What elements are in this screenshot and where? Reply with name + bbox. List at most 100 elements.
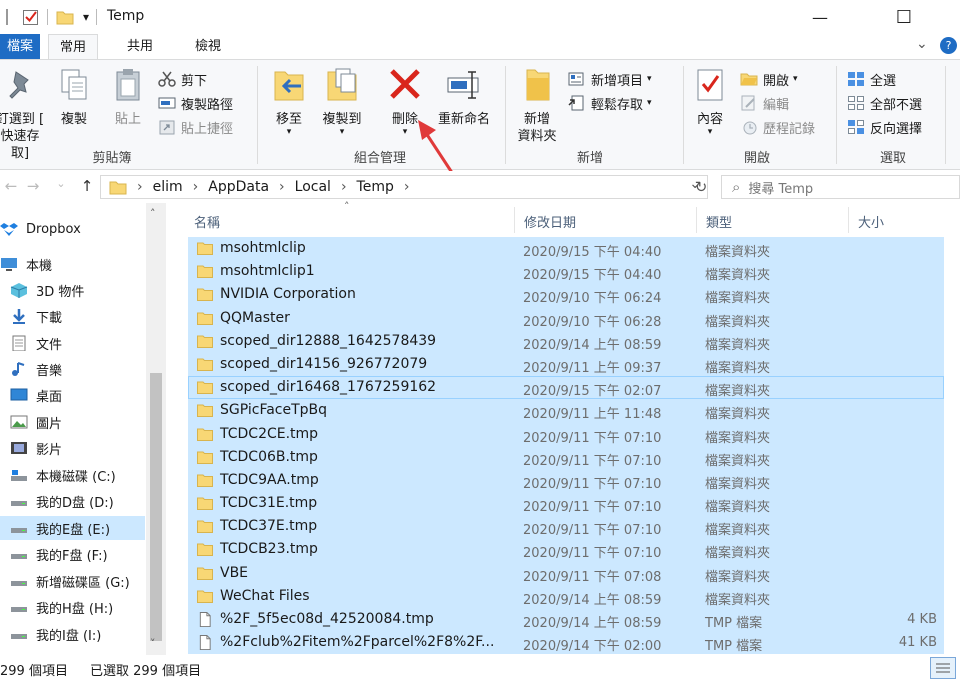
nav-item[interactable]: 我的D盘 (D:) bbox=[0, 489, 145, 513]
address-box[interactable]: › elim › AppData › Local › Temp › ⌄ bbox=[100, 175, 708, 199]
history-button[interactable]: 歷程記錄 bbox=[740, 116, 815, 138]
tab-home[interactable]: 常用 bbox=[48, 34, 98, 60]
tab-share[interactable]: 共用 bbox=[115, 34, 165, 60]
file-row[interactable]: %2Fclub%2Fitem%2Fparcel%2F8%2F... 2020/9/… bbox=[188, 631, 944, 655]
breadcrumb-local[interactable]: Local bbox=[295, 179, 331, 195]
nav-item[interactable]: 我的E盘 (E:) bbox=[0, 516, 145, 540]
file-row[interactable]: QQMaster 2020/9/10 下午 06:28 檔案資料夾 bbox=[188, 306, 944, 330]
quick-access-dropdown-icon[interactable]: ▾ bbox=[83, 10, 89, 24]
easy-access-button[interactable]: 輕鬆存取 ▾ bbox=[568, 92, 652, 114]
invert-selection-button[interactable]: 反向選擇 bbox=[847, 116, 922, 138]
nav-item[interactable]: 影片 bbox=[0, 436, 145, 460]
scroll-up-icon[interactable]: ˄ bbox=[150, 207, 156, 220]
new-folder-quick-icon[interactable] bbox=[56, 9, 74, 25]
file-name: TCDCB23.tmp bbox=[220, 541, 318, 558]
file-row[interactable]: %2F_5f5ec08d_42520084.tmp 2020/9/14 上午 08… bbox=[188, 608, 944, 632]
file-date-modified: 2020/9/10 下午 06:28 bbox=[523, 314, 662, 330]
file-row[interactable]: TCDC06B.tmp 2020/9/11 下午 07:10 檔案資料夾 bbox=[188, 445, 944, 469]
nav-item[interactable]: 3D 物件 bbox=[0, 278, 145, 302]
file-row[interactable]: WeChat Files 2020/9/14 上午 08:59 檔案資料夾 bbox=[188, 584, 944, 608]
nav-item[interactable]: 桌面 bbox=[0, 383, 145, 407]
search-icon: ⌕ bbox=[732, 178, 741, 196]
cut-button[interactable]: 剪下 bbox=[158, 68, 207, 90]
dropbox-icon bbox=[0, 223, 18, 236]
scroll-down-icon[interactable]: ˅ bbox=[150, 637, 156, 650]
recent-locations-dropdown-icon[interactable]: ⌄ bbox=[50, 177, 72, 197]
nav-item[interactable]: 本機 bbox=[0, 252, 145, 276]
column-divider[interactable] bbox=[696, 207, 697, 233]
copy-to-button[interactable]: 複製到 ▾ bbox=[316, 66, 368, 137]
tab-view[interactable]: 檢視 bbox=[183, 34, 233, 60]
file-row[interactable]: scoped_dir16468_1767259162 2020/9/15 下午 0… bbox=[188, 376, 944, 400]
maximize-button[interactable]: ☐ bbox=[876, 0, 932, 34]
help-icon[interactable]: ? bbox=[940, 37, 957, 54]
nav-item[interactable]: 本機磁碟 (C:) bbox=[0, 463, 145, 487]
column-size[interactable]: 大小 bbox=[858, 212, 884, 231]
up-button[interactable]: ↑ bbox=[76, 177, 98, 197]
back-button[interactable]: ← bbox=[0, 177, 22, 197]
file-row[interactable]: TCDCB23.tmp 2020/9/11 下午 07:10 檔案資料夾 bbox=[188, 538, 944, 562]
select-all-button[interactable]: 全選 bbox=[847, 68, 896, 90]
file-size: 41 KB bbox=[898, 635, 937, 651]
file-row[interactable]: NVIDIA Corporation 2020/9/10 下午 06:24 檔案資料… bbox=[188, 283, 944, 307]
minimize-button[interactable]: — bbox=[792, 0, 848, 34]
search-input[interactable]: ⌕ 搜尋 Temp bbox=[721, 175, 960, 199]
select-none-button[interactable]: 全部不選 bbox=[847, 92, 922, 114]
file-row[interactable]: TCDC37E.tmp 2020/9/11 下午 07:10 檔案資料夾 bbox=[188, 515, 944, 539]
column-divider[interactable] bbox=[848, 207, 849, 233]
nav-item[interactable]: 我的F盘 (F:) bbox=[0, 542, 145, 566]
new-item-button[interactable]: 新增項目 ▾ bbox=[568, 68, 652, 90]
properties-checkbox-icon[interactable] bbox=[22, 8, 40, 26]
copy-button[interactable]: 複製 bbox=[54, 66, 94, 128]
edit-button[interactable]: 編輯 bbox=[740, 92, 789, 114]
file-row[interactable]: SGPicFaceTpBq 2020/9/11 上午 11:48 檔案資料夾 bbox=[188, 399, 944, 423]
file-row[interactable]: TCDC31E.tmp 2020/9/11 下午 07:10 檔案資料夾 bbox=[188, 492, 944, 516]
open-button[interactable]: 開啟 ▾ bbox=[740, 68, 798, 90]
column-type[interactable]: 類型 bbox=[706, 212, 732, 231]
folder-icon bbox=[197, 404, 213, 418]
forward-button[interactable]: → bbox=[22, 177, 44, 197]
pin-to-quick-access-button[interactable]: 釘選到 [ 快速存取] bbox=[0, 66, 48, 162]
file-row[interactable]: msohtmlclip 2020/9/15 下午 04:40 檔案資料夾 bbox=[188, 237, 944, 261]
nav-scrollbar[interactable]: ˄ ˅ bbox=[146, 203, 166, 655]
nav-item[interactable]: 音樂 bbox=[0, 357, 145, 381]
nav-item[interactable]: 圖片 bbox=[0, 410, 145, 434]
nav-item[interactable]: 新增磁碟區 (G:) bbox=[0, 569, 145, 593]
tab-file[interactable]: 檔案 bbox=[0, 34, 40, 60]
column-name[interactable]: 名稱 bbox=[194, 212, 220, 231]
refresh-icon[interactable]: ↻ bbox=[690, 178, 712, 198]
nav-item[interactable]: 我的I盘 (I:) bbox=[0, 622, 145, 646]
file-row[interactable]: scoped_dir14156_926772079 2020/9/11 上午 09… bbox=[188, 352, 944, 377]
nav-item[interactable]: 文件 bbox=[0, 331, 145, 355]
ribbon-expand-icon[interactable]: ⌄ bbox=[916, 36, 928, 52]
breadcrumb-temp[interactable]: Temp bbox=[357, 179, 394, 195]
folder-icon bbox=[197, 265, 213, 279]
nav-scrollbar-thumb[interactable] bbox=[150, 373, 162, 641]
nav-item[interactable]: 下載 bbox=[0, 304, 145, 328]
details-view-button[interactable] bbox=[930, 657, 956, 679]
paste-label: 貼上 bbox=[114, 112, 141, 127]
file-row[interactable]: TCDC2CE.tmp 2020/9/11 下午 07:10 檔案資料夾 bbox=[188, 422, 944, 446]
copy-path-button[interactable]: 複製路徑 bbox=[158, 92, 233, 114]
file-row[interactable]: VBE 2020/9/11 下午 07:08 檔案資料夾 bbox=[188, 561, 944, 585]
nav-item[interactable]: 我的H盘 (H:) bbox=[0, 595, 145, 619]
nav-item-label: 我的F盘 (F:) bbox=[36, 548, 108, 564]
file-row[interactable]: msohtmlclip1 2020/9/15 下午 04:40 檔案資料夾 bbox=[188, 260, 944, 284]
file-row[interactable]: TCDC9AA.tmp 2020/9/11 下午 07:10 檔案資料夾 bbox=[188, 468, 944, 493]
new-group-label: 新增 bbox=[576, 151, 603, 166]
copy-path-label: 複製路徑 bbox=[181, 97, 234, 113]
paste-shortcut-button[interactable]: 貼上捷徑 bbox=[158, 116, 233, 138]
column-divider[interactable] bbox=[514, 207, 515, 233]
breadcrumb-appdata[interactable]: AppData bbox=[208, 179, 269, 195]
properties-dropdown-icon: ▾ bbox=[707, 127, 713, 137]
properties-button[interactable]: 內容 ▾ bbox=[690, 66, 730, 137]
nav-item[interactable]: Dropbox bbox=[0, 217, 145, 241]
paste-button[interactable]: 貼上 bbox=[108, 66, 148, 128]
move-to-button[interactable]: 移至 ▾ bbox=[267, 66, 311, 137]
new-folder-button[interactable]: 新增 資料夾 bbox=[512, 66, 562, 145]
file-row[interactable]: scoped_dir12888_1642578439 2020/9/14 上午 0… bbox=[188, 329, 944, 353]
nav-item-label: 本機磁碟 (C:) bbox=[36, 469, 116, 485]
file-type: 檔案資料夾 bbox=[705, 500, 771, 516]
column-date-modified[interactable]: 修改日期 bbox=[524, 212, 576, 231]
breadcrumb-elim[interactable]: elim bbox=[153, 179, 183, 195]
